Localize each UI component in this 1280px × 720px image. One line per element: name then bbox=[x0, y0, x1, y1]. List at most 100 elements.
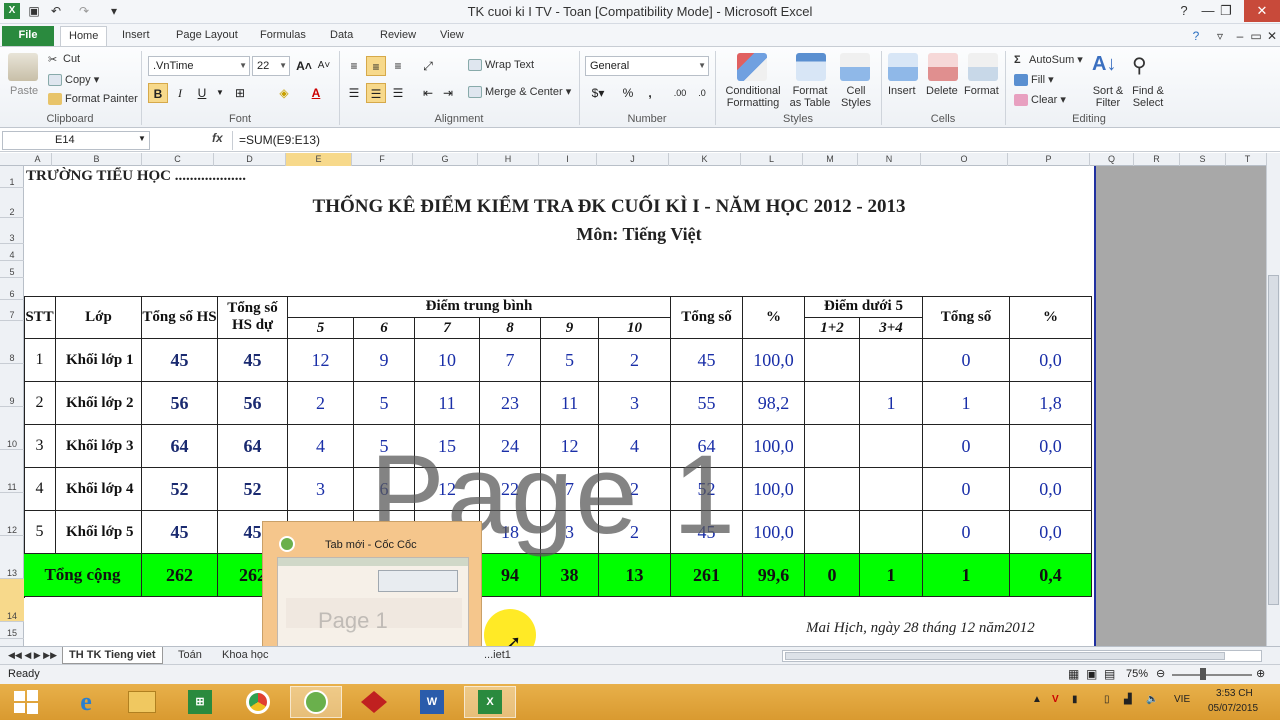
table-row-3-4[interactable] bbox=[860, 468, 923, 511]
row-header-3[interactable]: 3 bbox=[0, 218, 24, 244]
workbook-close-icon[interactable]: ✕ bbox=[1264, 28, 1280, 44]
table-row-3-4[interactable] bbox=[860, 425, 923, 468]
table-row-hs[interactable]: 45 bbox=[142, 511, 218, 554]
table-row-percent[interactable]: 100,0 bbox=[743, 468, 805, 511]
restore-button[interactable]: ❐ bbox=[1210, 0, 1242, 22]
header-score-9[interactable]: 9 bbox=[541, 318, 599, 339]
table-row-tong-duoi-5[interactable]: 1 bbox=[923, 382, 1010, 425]
tab-review[interactable]: Review bbox=[372, 26, 424, 46]
align-center-icon[interactable]: ☰ bbox=[366, 83, 386, 103]
language-indicator[interactable]: VIE bbox=[1174, 694, 1190, 705]
column-header-o[interactable]: O bbox=[921, 153, 1008, 166]
tab-formulas[interactable]: Formulas bbox=[252, 26, 314, 46]
tab-page-layout[interactable]: Page Layout bbox=[168, 26, 246, 46]
zoom-out-icon[interactable]: ⊖ bbox=[1156, 667, 1165, 680]
table-row-score-7[interactable]: 10 bbox=[415, 339, 480, 382]
row-header-4[interactable]: 4 bbox=[0, 244, 24, 261]
workbook-minimize-icon[interactable]: – bbox=[1232, 28, 1248, 44]
vertical-scrollbar[interactable] bbox=[1266, 153, 1280, 646]
total-row-score-10[interactable]: 13 bbox=[599, 554, 671, 597]
table-row-percent-duoi-5[interactable]: 0,0 bbox=[1010, 339, 1092, 382]
table-row-percent[interactable]: 100,0 bbox=[743, 425, 805, 468]
header-diem-duoi-5[interactable]: Điểm dưới 5 bbox=[805, 296, 923, 318]
table-row-score-5[interactable]: 4 bbox=[288, 425, 354, 468]
preview-thumbnail[interactable]: Page 1 bbox=[277, 557, 469, 657]
table-row-tong-duoi-5[interactable]: 0 bbox=[923, 468, 1010, 511]
tray-app-icon[interactable]: V bbox=[1052, 694, 1059, 705]
zoom-slider[interactable] bbox=[1172, 674, 1252, 676]
store-taskbar-button[interactable]: ⊞ bbox=[174, 686, 226, 718]
percent-button[interactable]: % bbox=[618, 83, 638, 103]
align-top-icon[interactable]: ≡ bbox=[344, 56, 364, 76]
volume-icon[interactable]: 🔈 bbox=[1146, 694, 1158, 705]
table-row-percent[interactable]: 100,0 bbox=[743, 339, 805, 382]
header-score-8[interactable]: 8 bbox=[480, 318, 541, 339]
borders-icon[interactable]: ⊞ bbox=[230, 83, 250, 103]
scroll-thumb[interactable] bbox=[785, 652, 1225, 660]
column-header-q[interactable]: Q bbox=[1090, 153, 1134, 166]
table-row-percent-duoi-5[interactable]: 0,0 bbox=[1010, 425, 1092, 468]
table-row-3-4[interactable]: 1 bbox=[860, 382, 923, 425]
sort-filter-button[interactable]: Sort & Filter bbox=[1090, 85, 1126, 109]
scroll-thumb[interactable] bbox=[1268, 275, 1279, 605]
column-header-m[interactable]: M bbox=[803, 153, 858, 166]
table-row-percent[interactable]: 100,0 bbox=[743, 511, 805, 554]
table-row-percent-duoi-5[interactable]: 0,0 bbox=[1010, 468, 1092, 511]
view-page-layout-icon[interactable]: ▣ bbox=[1086, 667, 1097, 681]
fill-color-icon[interactable]: ◈ bbox=[274, 83, 294, 103]
table-row-stt[interactable]: 4 bbox=[24, 468, 56, 511]
paste-button[interactable]: Paste bbox=[10, 85, 38, 97]
sheet-tab-other[interactable]: ...iet1 bbox=[478, 647, 517, 664]
zoom-in-icon[interactable]: ⊕ bbox=[1256, 667, 1265, 680]
table-row-stt[interactable]: 5 bbox=[24, 511, 56, 554]
table-row-lop[interactable]: Khối lớp 1 bbox=[56, 339, 142, 382]
table-row-score-10[interactable]: 2 bbox=[599, 339, 671, 382]
table-row-score-10[interactable]: 3 bbox=[599, 382, 671, 425]
table-row-lop[interactable]: Khối lớp 4 bbox=[56, 468, 142, 511]
table-row-1-2[interactable] bbox=[805, 425, 860, 468]
excel-taskbar-button[interactable]: X bbox=[464, 686, 516, 718]
row-header-15[interactable]: 15 bbox=[0, 622, 24, 639]
format-as-table-button[interactable]: Format as Table bbox=[786, 85, 834, 109]
table-row-lop[interactable]: Khối lớp 3 bbox=[56, 425, 142, 468]
table-row-1-2[interactable] bbox=[805, 339, 860, 382]
tab-home[interactable]: Home bbox=[60, 26, 108, 46]
zoom-level[interactable]: 75% bbox=[1126, 668, 1148, 680]
sheet-tab-toan[interactable]: Toán bbox=[172, 647, 208, 664]
row-header-12[interactable]: 12 bbox=[0, 493, 24, 536]
bold-button[interactable]: B bbox=[148, 83, 168, 103]
formula-input[interactable]: =SUM(E9:E13) bbox=[232, 131, 1278, 150]
header-tong-so-duoi-5[interactable]: Tổng số bbox=[923, 296, 1010, 339]
row-header-13[interactable]: 13 bbox=[0, 536, 24, 579]
orientation-icon[interactable]: ⤢ bbox=[418, 56, 438, 76]
row-header-8[interactable]: 8 bbox=[0, 321, 24, 364]
column-header-f[interactable]: F bbox=[352, 153, 413, 166]
column-header-g[interactable]: G bbox=[413, 153, 478, 166]
table-row-score-5[interactable]: 12 bbox=[288, 339, 354, 382]
conditional-formatting-button[interactable]: Conditional Formatting bbox=[722, 85, 784, 109]
table-row-score-7[interactable]: 11 bbox=[415, 382, 480, 425]
font-color-icon[interactable]: A bbox=[306, 83, 326, 103]
align-bottom-icon[interactable]: ≡ bbox=[388, 56, 408, 76]
header-tong-so[interactable]: Tổng số bbox=[671, 296, 743, 339]
table-row-hs[interactable]: 52 bbox=[142, 468, 218, 511]
table-row-percent[interactable]: 98,2 bbox=[743, 382, 805, 425]
header-score-7[interactable]: 7 bbox=[415, 318, 480, 339]
header-1-2[interactable]: 1+2 bbox=[805, 318, 860, 339]
column-header-c[interactable]: C bbox=[142, 153, 214, 166]
chrome-taskbar-button[interactable] bbox=[232, 686, 284, 718]
table-row-tong[interactable]: 45 bbox=[671, 339, 743, 382]
header-score-10[interactable]: 10 bbox=[599, 318, 671, 339]
table-row-lop[interactable]: Khối lớp 2 bbox=[56, 382, 142, 425]
font-size-dropdown[interactable]: 22 ▼ bbox=[252, 56, 290, 76]
explorer-taskbar-button[interactable] bbox=[116, 686, 168, 718]
row-header-5[interactable]: 5 bbox=[0, 261, 24, 278]
table-row-score-9[interactable]: 5 bbox=[541, 339, 599, 382]
fill-button[interactable]: Fill ▾ bbox=[1014, 73, 1054, 87]
clear-button[interactable]: Clear ▾ bbox=[1014, 93, 1066, 107]
taskbar-preview-popup[interactable]: Tab mới - Cốc Cốc Page 1 bbox=[262, 521, 482, 662]
app-taskbar-button[interactable] bbox=[348, 686, 400, 718]
table-row-score-5[interactable]: 3 bbox=[288, 468, 354, 511]
align-right-icon[interactable]: ☰ bbox=[388, 83, 408, 103]
table-row-score-6[interactable]: 9 bbox=[354, 339, 415, 382]
